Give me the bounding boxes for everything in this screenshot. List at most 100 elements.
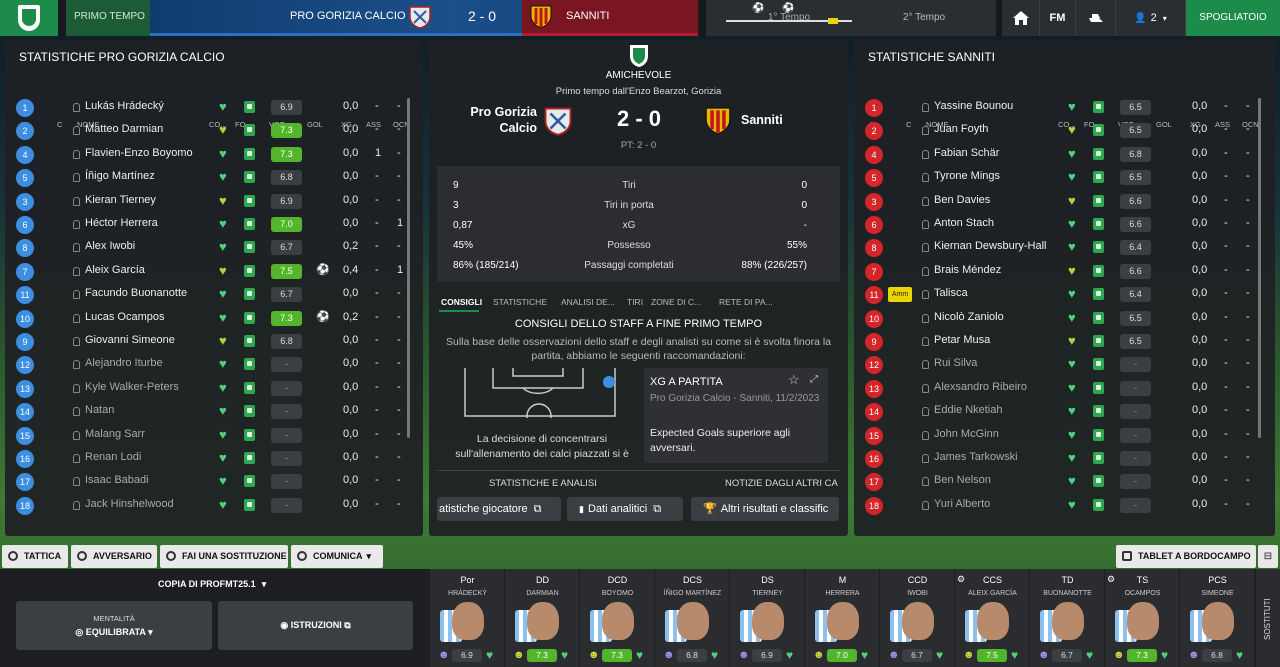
table-row[interactable]: 7 Brais Méndez ♥ 6.6 0,0 - - xyxy=(858,260,1254,283)
player-name[interactable]: Kieran Tierney xyxy=(85,194,156,206)
table-row[interactable]: 9 Giovanni Simeone ♥ 6.8 0,0 - - xyxy=(9,330,405,353)
table-row[interactable]: 12 Rui Silva ♥ - 0,0 - - xyxy=(858,353,1254,376)
player-name[interactable]: Ben Nelson xyxy=(934,474,991,486)
player-name[interactable]: Flavien-Enzo Boyomo xyxy=(85,147,193,159)
substitution-button[interactable]: FAI UNA SOSTITUZIONE xyxy=(160,545,288,568)
table-row[interactable]: 15 Malang Sarr ♥ - 0,0 - - xyxy=(9,424,405,447)
communicate-button[interactable]: COMUNICA ▾ xyxy=(291,545,383,568)
player-name[interactable]: Juan Foyth xyxy=(934,123,988,135)
collapse-toggle[interactable]: ⊟ xyxy=(1258,545,1278,568)
table-row[interactable]: 4 Fabian Schär ♥ 6.8 0,0 - - xyxy=(858,143,1254,166)
player-card[interactable]: DD DARMIAN ☻ 7.3 ♥ xyxy=(505,569,580,667)
player-card[interactable]: Por HRÁDECKÝ ☻ 6.9 ♥ xyxy=(430,569,505,667)
tactic-selector[interactable]: COPIA DI PROFMT25.1 ▾ xyxy=(158,579,266,590)
table-row[interactable]: 1 Lukás Hrádecký ♥ 6.9 0,0 - - xyxy=(9,96,405,119)
player-name[interactable]: Yuri Alberto xyxy=(934,498,990,510)
mentality-button[interactable]: MENTALITÀ ◎ EQUILIBRATA ▾ xyxy=(16,601,212,650)
player-card[interactable]: DCD BOYOMO ☻ 7.3 ♥ xyxy=(580,569,655,667)
player-name[interactable]: Talisca xyxy=(934,287,968,299)
spogliatoio-button[interactable]: SPOGLIATOIO xyxy=(1186,0,1280,36)
table-row[interactable]: 4 Flavien-Enzo Boyomo ♥ 7.3 0,0 1 - xyxy=(9,143,405,166)
player-card[interactable]: DCS ÍÑIGO MARTÍNEZ ☻ 6.8 ♥ xyxy=(655,569,730,667)
substitutes-tab[interactable]: SOSTITUTI xyxy=(1256,569,1280,667)
tab-2[interactable]: STATISTICHE xyxy=(493,297,547,307)
player-name[interactable]: Matteo Darmian xyxy=(85,123,163,135)
table-row[interactable]: 17 Isaac Babadi ♥ - 0,0 - - xyxy=(9,470,405,493)
player-name[interactable]: James Tarkowski xyxy=(934,451,1018,463)
player-name[interactable]: Íñigo Martínez xyxy=(85,170,155,182)
instructions-button[interactable]: ◉ ISTRUZIONI ⧉ xyxy=(218,601,413,650)
player-name[interactable]: Alejandro Iturbe xyxy=(85,357,163,369)
player-card[interactable]: DS TIERNEY ☻ 6.9 ♥ xyxy=(730,569,805,667)
tablet-button[interactable]: TABLET A BORDOCAMPO xyxy=(1116,545,1256,568)
player-name[interactable]: Héctor Herrera xyxy=(85,217,158,229)
table-row[interactable]: 5 Tyrone Mings ♥ 6.5 0,0 - - xyxy=(858,166,1254,189)
table-row[interactable]: 1 Yassine Bounou ♥ 6.5 0,0 - - xyxy=(858,96,1254,119)
player-name[interactable]: Fabian Schär xyxy=(934,147,999,159)
table-row[interactable]: 8 Kiernan Dewsbury-Hall ♥ 6.4 0,0 - - xyxy=(858,236,1254,259)
player-name[interactable]: Tyrone Mings xyxy=(934,170,1000,182)
speed-button[interactable] xyxy=(1076,0,1116,36)
table-row[interactable]: 13 Alexsandro Ribeiro ♥ - 0,0 - - xyxy=(858,377,1254,400)
table-row[interactable]: 18 Yuri Alberto ♥ - 0,0 - - xyxy=(858,494,1254,517)
table-row[interactable]: 16 James Tarkowski ♥ - 0,0 - - xyxy=(858,447,1254,470)
tactics-button[interactable]: TATTICA xyxy=(2,545,68,568)
scrollbar[interactable] xyxy=(407,98,410,438)
table-row[interactable]: 6 Héctor Herrera ♥ 7.0 0,0 - 1 xyxy=(9,213,405,236)
table-row[interactable]: 10 Nicolò Zaniolo ♥ 6.5 0,0 - - xyxy=(858,307,1254,330)
table-row[interactable]: 12 Alejandro Iturbe ♥ - 0,0 - - xyxy=(9,353,405,376)
table-row[interactable]: 14 Natan ♥ - 0,0 - - xyxy=(9,400,405,423)
table-row[interactable]: 6 Anton Stach ♥ 6.6 0,0 - - xyxy=(858,213,1254,236)
player-name[interactable]: Kiernan Dewsbury-Hall xyxy=(934,240,1047,252)
table-row[interactable]: 13 Kyle Walker-Peters ♥ - 0,0 - - xyxy=(9,377,405,400)
table-row[interactable]: 17 Ben Nelson ♥ - 0,0 - - xyxy=(858,470,1254,493)
player-card[interactable]: TD BUONANOTTE ☻ 6.7 ♥ xyxy=(1030,569,1105,667)
table-row[interactable]: 2 Juan Foyth ♥ 6.5 0,0 - - xyxy=(858,119,1254,142)
player-name[interactable]: Alex Iwobi xyxy=(85,240,135,252)
player-name[interactable]: Petar Musa xyxy=(934,334,990,346)
tab-3[interactable]: ANALISI DE... xyxy=(561,297,615,307)
table-row[interactable]: 10 Lucas Ocampos ♥ 7.3 ⚽ 0,2 - - xyxy=(9,307,405,330)
player-name[interactable]: Renan Lodi xyxy=(85,451,141,463)
table-row[interactable]: 5 Íñigo Martínez ♥ 6.8 0,0 - - xyxy=(9,166,405,189)
opponent-button[interactable]: AVVERSARIO xyxy=(71,545,157,568)
player-name[interactable]: Eddie Nketiah xyxy=(934,404,1003,416)
player-card[interactable]: PCS SIMEONE ☻ 6.8 ♥ xyxy=(1180,569,1255,667)
analytics-button[interactable]: ▮ Dati analitici ⧉ xyxy=(567,497,683,521)
expand-icon[interactable]: ⤢ xyxy=(810,374,818,385)
player-name[interactable]: Aleix García xyxy=(85,264,145,276)
player-name[interactable]: Lucas Ocampos xyxy=(85,311,164,323)
table-row[interactable]: 14 Eddie Nketiah ♥ - 0,0 - - xyxy=(858,400,1254,423)
table-row[interactable]: 9 Petar Musa ♥ 6.5 0,0 - - xyxy=(858,330,1254,353)
player-stats-button[interactable]: atistiche giocatore ⧉ xyxy=(437,497,561,521)
player-name[interactable]: Nicolò Zaniolo xyxy=(934,311,1004,323)
table-row[interactable]: 3 Kieran Tierney ♥ 6.9 0,0 - - xyxy=(9,190,405,213)
squad-count-button[interactable]: 👤 2 ▾ xyxy=(1116,0,1186,36)
home-button[interactable] xyxy=(1002,0,1040,36)
player-name[interactable]: Alexsandro Ribeiro xyxy=(934,381,1027,393)
player-card[interactable]: ⚙ TS OCAMPOS ☻ 7.3 ♥ xyxy=(1105,569,1180,667)
table-row[interactable]: 2 Matteo Darmian ♥ 7.3 0,0 - - xyxy=(9,119,405,142)
player-name[interactable]: Yassine Bounou xyxy=(934,100,1013,112)
tab-4[interactable]: TIRI xyxy=(627,297,643,307)
other-results-button[interactable]: 🏆 Altri risultati e classific xyxy=(691,497,839,521)
player-name[interactable]: Giovanni Simeone xyxy=(85,334,175,346)
table-row[interactable]: 15 John McGinn ♥ - 0,0 - - xyxy=(858,424,1254,447)
table-row[interactable]: 7 Aleix García ♥ 7.5 ⚽ 0,4 - 1 xyxy=(9,260,405,283)
scrollbar[interactable] xyxy=(1258,98,1261,438)
player-card[interactable]: ⚙ CCS ALEIX GARCÍA ☻ 7.5 ♥ xyxy=(955,569,1030,667)
tab-6[interactable]: RETE DI PA... xyxy=(719,297,773,307)
table-row[interactable]: 8 Alex Iwobi ♥ 6.7 0,2 - - xyxy=(9,236,405,259)
player-name[interactable]: Natan xyxy=(85,404,114,416)
tab-1[interactable]: CONSIGLI xyxy=(441,297,482,307)
player-name[interactable]: Lukás Hrádecký xyxy=(85,100,164,112)
player-name[interactable]: Brais Méndez xyxy=(934,264,1001,276)
player-name[interactable]: John McGinn xyxy=(934,428,999,440)
tab-5[interactable]: ZONE DI C... xyxy=(651,297,701,307)
table-row[interactable]: 11 Facundo Buonanotte ♥ 6.7 0,0 - - xyxy=(9,283,405,306)
star-icon[interactable]: ☆ xyxy=(788,372,800,388)
player-name[interactable]: Anton Stach xyxy=(934,217,994,229)
player-name[interactable]: Rui Silva xyxy=(934,357,977,369)
player-name[interactable]: Isaac Babadi xyxy=(85,474,149,486)
table-row[interactable]: 3 Ben Davies ♥ 6.6 0,0 - - xyxy=(858,190,1254,213)
